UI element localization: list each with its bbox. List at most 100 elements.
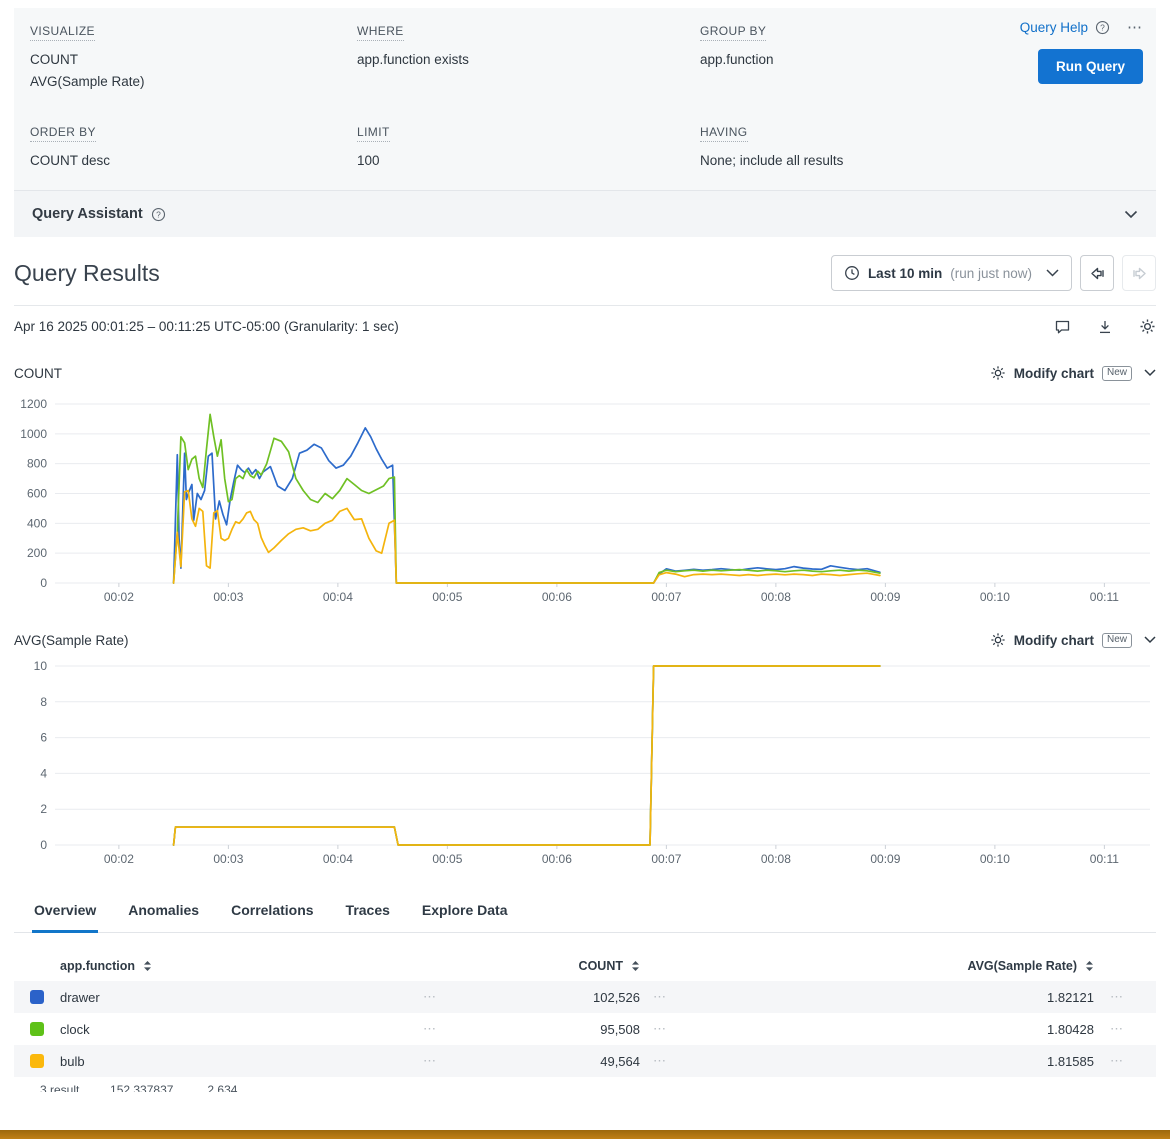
query-assistant-bar[interactable]: Query Assistant ? (14, 190, 1156, 237)
cell-menu[interactable]: ⋯ (1094, 989, 1140, 1005)
group-by-field[interactable]: app.function (700, 49, 870, 71)
tab-explore-data[interactable]: Explore Data (420, 892, 510, 933)
tab-correlations[interactable]: Correlations (229, 892, 315, 933)
svg-text:00:11: 00:11 (1090, 590, 1119, 604)
where-filter[interactable]: app.function exists (357, 49, 700, 71)
modify-chart-button[interactable]: Modify chart New (990, 365, 1156, 381)
chevron-down-icon (1144, 369, 1156, 377)
new-badge: New (1102, 633, 1132, 648)
series-swatch-clock (30, 1022, 44, 1036)
count-chart-header: COUNT Modify chart New (14, 365, 1156, 381)
column-header-count[interactable]: COUNT (460, 959, 640, 973)
cell-menu[interactable]: ⋯ (640, 989, 680, 1005)
clause-visualize[interactable]: VISUALIZE COUNT AVG(Sample Rate) (30, 22, 357, 93)
chevron-down-icon[interactable] (1124, 210, 1138, 219)
time-range-note: (run just now) (950, 266, 1032, 281)
group-name: drawer (60, 990, 400, 1005)
clause-order-by-label: ORDER BY (30, 125, 96, 142)
time-range-value: Last 10 min (868, 266, 942, 281)
avg-value: 1.80428 (680, 1022, 1094, 1037)
svg-text:00:08: 00:08 (761, 852, 791, 866)
avg-sample-rate-chart[interactable]: 024681000:0200:0300:0400:0500:0600:0700:… (0, 656, 1170, 866)
history-forward-button[interactable] (1122, 255, 1156, 291)
svg-text:6: 6 (40, 731, 47, 745)
row-menu[interactable]: ⋯ (400, 1021, 460, 1037)
column-header-avg-sample-rate[interactable]: AVG(Sample Rate) (680, 959, 1094, 973)
cell-menu[interactable]: ⋯ (640, 1053, 680, 1069)
svg-text:00:03: 00:03 (213, 852, 243, 866)
table-row[interactable]: drawer ⋯ 102,526 ⋯ 1.82121 ⋯ (14, 981, 1156, 1013)
avg-value: 1.81585 (680, 1054, 1094, 1069)
svg-text:00:09: 00:09 (870, 852, 900, 866)
svg-text:00:11: 00:11 (1090, 852, 1119, 866)
history-back-button[interactable] (1080, 255, 1114, 291)
clause-limit[interactable]: LIMIT 100 (357, 123, 700, 172)
query-builder-panel: VISUALIZE COUNT AVG(Sample Rate) WHERE a… (14, 8, 1156, 190)
modify-chart-label: Modify chart (1014, 366, 1094, 381)
visualize-avg-sample-rate[interactable]: AVG(Sample Rate) (30, 71, 357, 93)
clause-where[interactable]: WHERE app.function exists (357, 22, 700, 93)
query-help-link[interactable]: Query Help (1020, 20, 1088, 35)
modify-chart-label: Modify chart (1014, 633, 1094, 648)
tab-overview[interactable]: Overview (32, 892, 98, 933)
visualize-count[interactable]: COUNT (30, 49, 357, 71)
svg-text:00:07: 00:07 (651, 590, 681, 604)
gear-icon[interactable] (1139, 318, 1156, 335)
svg-text:600: 600 (27, 487, 47, 501)
svg-text:00:05: 00:05 (432, 590, 462, 604)
table-row[interactable]: bulb ⋯ 49,564 ⋯ 1.81585 ⋯ (14, 1045, 1156, 1077)
help-icon[interactable]: ? (151, 207, 166, 222)
gear-icon (990, 365, 1006, 381)
clause-having[interactable]: HAVING None; include all results (700, 123, 870, 172)
modify-chart-button[interactable]: Modify chart New (990, 632, 1156, 648)
svg-text:00:08: 00:08 (761, 590, 791, 604)
time-range-picker[interactable]: Last 10 min (run just now) (831, 255, 1072, 291)
count-value: 102,526 (460, 990, 640, 1005)
tab-traces[interactable]: Traces (344, 892, 392, 933)
bottom-accent-bar (0, 1130, 1170, 1139)
count-chart-title: COUNT (14, 366, 62, 381)
having-value[interactable]: None; include all results (700, 150, 870, 172)
svg-text:2: 2 (40, 802, 47, 816)
svg-text:00:05: 00:05 (432, 852, 462, 866)
clause-having-label: HAVING (700, 125, 748, 142)
clause-order-by[interactable]: ORDER BY COUNT desc (30, 123, 357, 172)
chevron-down-icon (1144, 636, 1156, 644)
clause-group-by[interactable]: GROUP BY app.function (700, 22, 870, 93)
svg-text:00:09: 00:09 (870, 590, 900, 604)
count-chart[interactable]: 02004006008001000120000:0200:0300:0400:0… (0, 389, 1170, 604)
new-badge: New (1102, 366, 1132, 381)
sort-icon (143, 960, 152, 972)
row-menu[interactable]: ⋯ (400, 1053, 460, 1069)
limit-value[interactable]: 100 (357, 150, 700, 172)
avg-value: 1.82121 (680, 990, 1094, 1005)
row-menu[interactable]: ⋯ (400, 989, 460, 1005)
overflow-menu-icon[interactable]: ⋯ (1127, 18, 1143, 36)
query-time-window: Apr 16 2025 00:01:25 – 00:11:25 UTC-05:0… (14, 319, 399, 334)
svg-text:10: 10 (34, 659, 48, 673)
clause-group-by-label: GROUP BY (700, 24, 766, 41)
order-by-value[interactable]: COUNT desc (30, 150, 357, 172)
svg-text:00:06: 00:06 (542, 852, 572, 866)
svg-text:00:10: 00:10 (980, 590, 1010, 604)
column-header-app-function[interactable]: app.function (60, 959, 400, 973)
svg-text:00:02: 00:02 (104, 852, 134, 866)
svg-text:00:10: 00:10 (980, 852, 1010, 866)
help-icon[interactable]: ? (1095, 20, 1110, 35)
svg-text:400: 400 (27, 516, 47, 530)
svg-text:00:04: 00:04 (323, 590, 353, 604)
comment-icon[interactable] (1054, 319, 1071, 335)
series-swatch-drawer (30, 990, 44, 1004)
page: VISUALIZE COUNT AVG(Sample Rate) WHERE a… (0, 8, 1170, 1092)
tab-anomalies[interactable]: Anomalies (126, 892, 201, 933)
column-label: AVG(Sample Rate) (967, 959, 1077, 973)
cell-menu[interactable]: ⋯ (1094, 1021, 1140, 1037)
series-swatch-bulb (30, 1054, 44, 1068)
run-query-button[interactable]: Run Query (1038, 49, 1143, 84)
cell-menu[interactable]: ⋯ (640, 1021, 680, 1037)
clause-where-label: WHERE (357, 24, 404, 41)
table-row[interactable]: clock ⋯ 95,508 ⋯ 1.80428 ⋯ (14, 1013, 1156, 1045)
download-icon[interactable] (1097, 319, 1113, 335)
cell-menu[interactable]: ⋯ (1094, 1053, 1140, 1069)
svg-text:0: 0 (40, 576, 47, 590)
